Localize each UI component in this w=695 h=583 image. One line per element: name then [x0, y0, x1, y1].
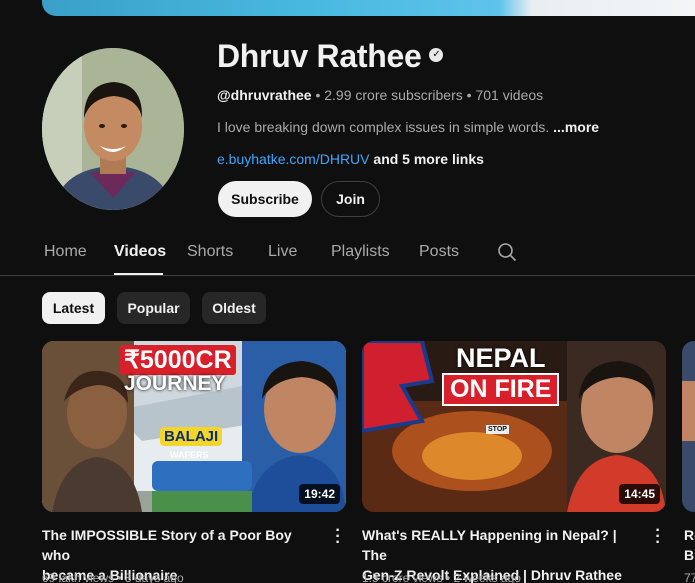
chip-popular[interactable]: Popular	[117, 292, 190, 324]
channel-avatar[interactable]	[42, 48, 184, 210]
video-thumbnail[interactable]: ₹5000CR JOURNEY BALAJI WAFERS 19:42	[42, 341, 346, 512]
channel-meta: @dhruvrathee • 2.99 crore subscribers • …	[217, 87, 543, 103]
tab-live[interactable]: Live	[268, 243, 297, 261]
video-meta: 69 lakh views • 8 days ago	[42, 571, 184, 583]
video-count: 701 videos	[475, 87, 544, 103]
meta-separator: •	[442, 571, 454, 583]
video-duration: 14:45	[619, 484, 660, 504]
subscribe-button[interactable]: Subscribe	[218, 181, 312, 217]
video-age: 8 days ago	[124, 571, 184, 583]
verified-check-icon: ✓	[429, 47, 444, 62]
thumbnail-caption: BALAJI	[160, 427, 223, 446]
more-options-icon[interactable]: · · ·	[650, 523, 666, 551]
video-views: 1.5 crore views	[362, 571, 443, 583]
join-button[interactable]: Join	[321, 181, 380, 217]
channel-tabs: Home Videos Shorts Live Playlists Posts	[0, 228, 695, 276]
channel-name-text: Dhruv Rathee	[217, 38, 422, 74]
meta-separator: •	[311, 87, 325, 103]
tab-posts[interactable]: Posts	[419, 243, 459, 261]
video-duration: 19:42	[299, 484, 340, 504]
active-tab-indicator	[114, 273, 163, 275]
chip-oldest[interactable]: Oldest	[202, 292, 266, 324]
search-icon[interactable]	[497, 242, 517, 262]
channel-links: e.buyhatke.com/DHRUV and 5 more links	[217, 151, 484, 167]
meta-separator: •	[462, 87, 476, 103]
channel-link[interactable]: e.buyhatke.com/DHRUV	[217, 151, 370, 167]
tab-videos[interactable]: Videos	[114, 243, 166, 261]
thumbnail-caption: ₹5000CR	[120, 345, 236, 375]
subscriber-count: 2.99 crore subscribers	[324, 87, 463, 103]
channel-banner[interactable]	[42, 0, 695, 16]
channel-description[interactable]: I love breaking down complex issues in s…	[217, 119, 599, 135]
meta-separator: •	[114, 571, 125, 583]
thumbnail-caption: ON FIRE	[442, 373, 560, 406]
video-thumbnail[interactable]	[682, 341, 695, 512]
video-meta: 1.5 crore views • 2 weeks ago	[362, 571, 521, 583]
video-title-line: The IMPOSSIBLE Story of a Poor Boy who	[42, 527, 292, 563]
description-more-link[interactable]: ...more	[553, 119, 599, 135]
more-links-button[interactable]: and 5 more links	[370, 151, 484, 167]
video-age: 2 weeks ago	[453, 571, 521, 583]
description-text: I love breaking down complex issues in s…	[217, 119, 554, 135]
video-title-line: Bi	[684, 547, 695, 563]
video-views: 77	[684, 571, 695, 583]
tab-playlists[interactable]: Playlists	[331, 243, 390, 261]
video-thumbnail[interactable]: NEPAL ON FIRE STOP 14:45	[362, 341, 666, 512]
thumbnail-caption: STOP	[486, 425, 509, 434]
video-title[interactable]: Re Bi	[684, 525, 695, 565]
video-title-line: Re	[684, 527, 695, 543]
video-views: 69 lakh views	[42, 571, 115, 583]
thumbnail-caption: WAFERS	[170, 450, 209, 460]
tab-shorts[interactable]: Shorts	[187, 243, 233, 261]
thumbnail-caption: NEPAL	[456, 343, 546, 373]
more-options-icon[interactable]: · · ·	[330, 523, 346, 551]
tab-home[interactable]: Home	[44, 243, 87, 261]
thumbnail-caption: JOURNEY	[124, 372, 226, 395]
channel-name: Dhruv Rathee ✓	[217, 38, 444, 75]
video-meta: 77	[684, 571, 695, 583]
video-title-line: What's REALLY Happening in Nepal? | The	[362, 527, 617, 563]
chip-latest[interactable]: Latest	[42, 292, 105, 324]
channel-handle: @dhruvrathee	[217, 87, 312, 103]
